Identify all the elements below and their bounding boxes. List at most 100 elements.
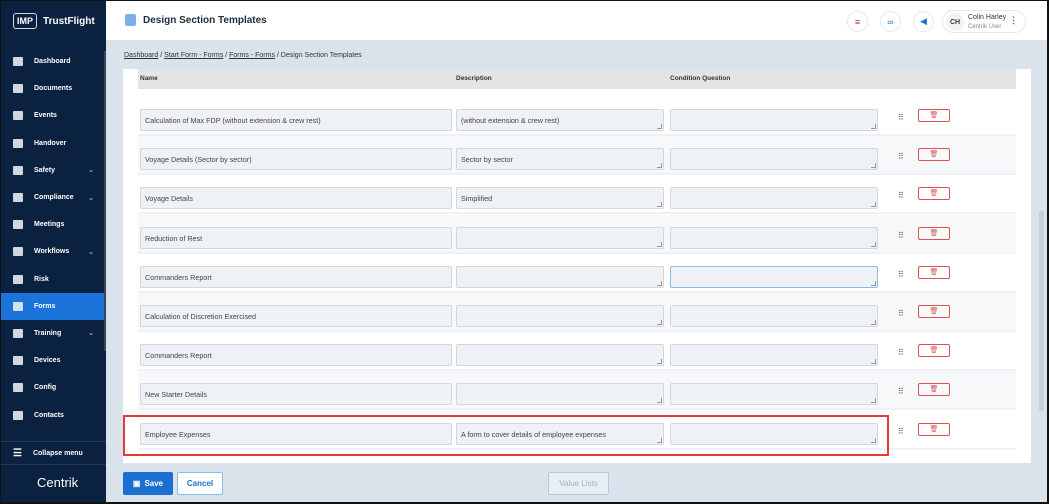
risk-icon — [13, 274, 23, 284]
name-input[interactable]: Voyage Details (Sector by sector) — [140, 148, 452, 171]
description-textarea[interactable]: Simplified — [456, 187, 664, 210]
name-input[interactable]: Commanders Report — [140, 344, 452, 367]
name-input[interactable]: Commanders Report — [140, 265, 452, 288]
delete-button[interactable]: 🗑 — [918, 383, 950, 397]
breadcrumb-forms[interactable]: Forms - Forms — [229, 52, 275, 59]
sidebar-item-training[interactable]: Training ⌄ — [1, 320, 106, 347]
condition-question-textarea[interactable] — [670, 344, 878, 367]
condition-question-textarea[interactable] — [670, 109, 878, 131]
name-input[interactable]: New Starter Details — [140, 383, 452, 406]
logo[interactable]: IMP TrustFlight — [13, 13, 95, 29]
trash-icon: 🗑 — [929, 386, 939, 394]
megaphone-icon[interactable]: ◀ — [913, 11, 934, 32]
condition-question-textarea[interactable] — [670, 148, 878, 171]
link-icon[interactable]: ∞ — [880, 11, 901, 32]
table-row: Voyage Details (Sector by sector) Sector… — [138, 136, 1016, 176]
chevron-down-icon: ⌄ — [88, 248, 94, 256]
table-row: Voyage Details Simplified ⠿ 🗑 — [138, 175, 1016, 215]
value-lists-button[interactable]: Value Lists — [548, 472, 609, 495]
sidebar-item-devices[interactable]: Devices — [1, 347, 106, 374]
trash-icon: 🗑 — [929, 112, 939, 119]
chevron-down-icon: ⌄ — [88, 167, 94, 175]
condition-question-textarea[interactable] — [670, 305, 878, 327]
drag-handle-icon[interactable]: ⠿ — [898, 231, 904, 240]
drag-handle-icon[interactable]: ⠿ — [898, 427, 904, 436]
devices-icon — [13, 356, 23, 366]
sidebar-item-documents[interactable]: Documents — [1, 75, 106, 102]
save-button[interactable]: ▣ Save — [123, 472, 173, 495]
highlight-box — [123, 415, 889, 456]
description-textarea[interactable] — [456, 226, 664, 249]
chevron-down-icon: ⌄ — [88, 194, 94, 202]
app-window: IMP TrustFlight Dashboard Documents Events H… — [1, 1, 1047, 502]
delete-button[interactable]: 🗑 — [918, 305, 950, 318]
table-row: Calculation of Discretion Exercised ⠿ 🗑 — [138, 293, 1016, 332]
trash-icon: 🗑 — [929, 425, 939, 433]
description-textarea[interactable] — [456, 305, 664, 327]
name-input[interactable]: Calculation of Max FDP (without extensio… — [140, 109, 452, 131]
description-textarea[interactable] — [456, 344, 664, 367]
name-input[interactable]: Calculation of Discretion Exercised — [140, 305, 452, 327]
sidebar-item-safety[interactable]: Safety ⌄ — [1, 157, 106, 184]
drag-handle-icon[interactable]: ⠿ — [898, 191, 904, 200]
table-header: Name Description Condition Question — [138, 69, 1016, 89]
condition-question-textarea[interactable] — [670, 226, 878, 249]
drag-handle-icon[interactable]: ⠿ — [898, 113, 904, 122]
description-textarea[interactable]: (without extension & crew rest) — [456, 109, 664, 131]
sidebar-item-forms[interactable]: Forms — [1, 292, 106, 320]
drag-handle-icon[interactable]: ⠿ — [898, 270, 904, 279]
contacts-icon — [13, 410, 23, 420]
delete-button[interactable]: 🗑 — [918, 226, 950, 240]
sections-table: Name Description Condition Question Calc… — [123, 69, 1031, 463]
delete-button[interactable]: 🗑 — [918, 148, 950, 162]
page-title: Design Section Templates — [143, 15, 267, 26]
sidebar-item-risk[interactable]: Risk — [1, 266, 106, 293]
trash-icon: 🗑 — [929, 308, 939, 315]
delete-button[interactable]: 🗑 — [918, 344, 950, 358]
user-menu[interactable]: CH Colin Harley Centrik User ⋮ — [942, 10, 1026, 33]
sidebar-item-handover[interactable]: Handover — [1, 130, 106, 157]
name-input[interactable]: Reduction of Rest — [140, 226, 452, 249]
sidebar-item-meetings[interactable]: Meetings — [1, 211, 106, 238]
delete-button[interactable]: 🗑 — [918, 422, 950, 436]
paperclip-icon — [13, 84, 23, 94]
collapse-menu-button[interactable]: ☰ Collapse menu — [1, 441, 106, 465]
centrik-logo: Centrik — [37, 475, 79, 490]
trash-icon: 🗑 — [929, 229, 939, 237]
breadcrumb-start-form[interactable]: Start Form - Forms — [164, 52, 223, 59]
sidebar-item-contacts[interactable]: Contacts — [1, 401, 106, 428]
sidebar-item-config[interactable]: Config — [1, 374, 106, 401]
meetings-icon — [13, 220, 23, 230]
scrollbar-thumb[interactable] — [1039, 211, 1044, 411]
drag-handle-icon[interactable]: ⠿ — [898, 152, 904, 161]
sidebar-scrollbar[interactable] — [104, 51, 106, 351]
breadcrumb-dashboard[interactable]: Dashboard — [124, 52, 158, 59]
sidebar-item-compliance[interactable]: Compliance ⌄ — [1, 184, 106, 211]
sidebar-item-events[interactable]: Events — [1, 102, 106, 129]
drag-handle-icon[interactable]: ⠿ — [898, 387, 904, 396]
workflows-icon — [13, 247, 23, 257]
condition-question-textarea[interactable] — [670, 187, 878, 210]
avatar: CH — [946, 13, 964, 31]
cancel-button[interactable]: Cancel — [177, 472, 223, 495]
kebab-icon[interactable]: ⋮ — [1009, 15, 1018, 26]
trash-icon: 🗑 — [929, 268, 939, 276]
forms-icon — [125, 14, 136, 26]
drag-handle-icon[interactable]: ⠿ — [898, 348, 904, 357]
shield-icon — [13, 165, 23, 175]
condition-question-textarea[interactable] — [670, 383, 878, 406]
delete-button[interactable]: 🗑 — [918, 265, 950, 279]
condition-question-textarea[interactable] — [670, 265, 878, 288]
description-textarea[interactable] — [456, 265, 664, 288]
drag-handle-icon[interactable]: ⠿ — [898, 309, 904, 318]
description-textarea[interactable]: Sector by sector — [456, 148, 664, 171]
sidebar-item-workflows[interactable]: Workflows ⌄ — [1, 238, 106, 265]
delete-button[interactable]: 🗑 — [918, 109, 950, 122]
compliance-icon — [13, 193, 23, 203]
forms-icon — [13, 301, 23, 311]
name-input[interactable]: Voyage Details — [140, 187, 452, 210]
sidebar-item-dashboard[interactable]: Dashboard — [1, 48, 106, 75]
delete-button[interactable]: 🗑 — [918, 187, 950, 201]
stack-icon[interactable]: ≡ — [847, 11, 868, 32]
description-textarea[interactable] — [456, 383, 664, 406]
